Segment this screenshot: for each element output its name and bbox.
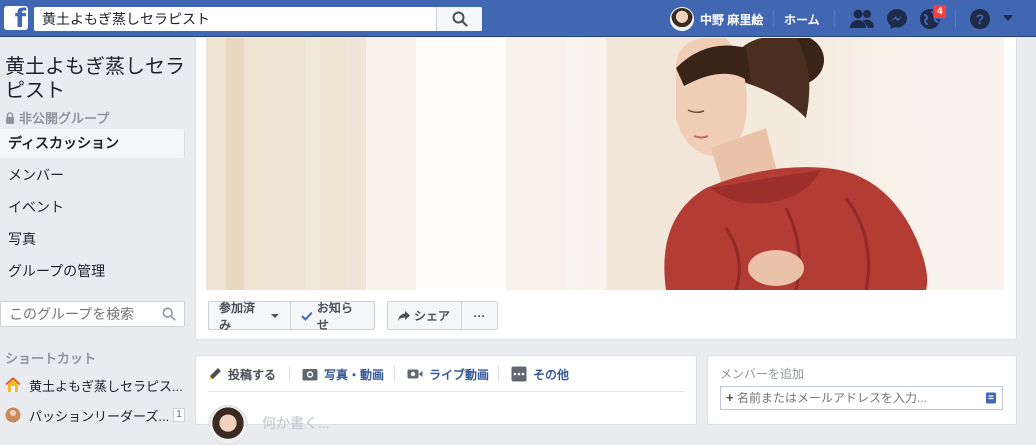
- divider: [834, 10, 835, 27]
- avatar: [208, 405, 248, 445]
- sidebar-item-events[interactable]: イベント: [0, 193, 185, 222]
- shortcuts-heading: ショートカット: [5, 351, 97, 366]
- home-link[interactable]: ホーム: [784, 11, 820, 28]
- camera-icon: [302, 369, 318, 381]
- shortcut-item[interactable]: 黄土よもぎ蒸しセラピス...: [5, 375, 187, 395]
- cover-photo-image: [206, 38, 1004, 290]
- profile-name: 中野 麻里絵: [700, 12, 764, 27]
- more-options-icon: ···: [473, 308, 486, 323]
- sidebar-item-photos[interactable]: 写真: [0, 225, 185, 254]
- more-dots-icon: [511, 366, 527, 382]
- divider: [773, 10, 774, 27]
- shortcut-item[interactable]: パッションリーダーズ... 1: [5, 405, 187, 425]
- pencil-icon: [210, 368, 221, 379]
- group-privacy: 非公開グループ: [5, 108, 109, 127]
- tab-more-label: その他: [533, 367, 570, 382]
- search-button[interactable]: [436, 7, 482, 31]
- shortcut-label: 黄土よもぎ蒸しセラピス...: [29, 378, 183, 394]
- share-button[interactable]: シェア: [387, 301, 462, 330]
- add-member-field: +: [720, 386, 1003, 410]
- group-name[interactable]: 黄土よもぎ蒸しセラピスト: [5, 55, 190, 103]
- video-camera-icon: [407, 369, 423, 379]
- divider: [394, 366, 395, 382]
- search-icon[interactable]: [162, 307, 176, 321]
- cover-photo[interactable]: [206, 38, 1004, 290]
- search-icon: [452, 11, 468, 27]
- group-search-input[interactable]: [1, 302, 156, 326]
- plus-icon: +: [726, 390, 734, 405]
- profile-link[interactable]: 中野 麻里絵: [670, 6, 763, 32]
- chevron-down-icon: [271, 313, 280, 318]
- divider: [498, 366, 499, 382]
- add-member-input[interactable]: [737, 387, 977, 409]
- address-book-icon[interactable]: [985, 392, 997, 404]
- joined-button[interactable]: 参加済み: [208, 300, 291, 332]
- divider: [208, 391, 684, 392]
- shortcut-count-badge: 1: [173, 408, 185, 422]
- share-arrow-icon: [398, 310, 410, 321]
- lock-icon: [6, 111, 14, 124]
- friend-requests-icon[interactable]: [849, 8, 875, 30]
- sidebar-item-manage-group[interactable]: グループの管理: [0, 257, 185, 286]
- divider: [289, 366, 290, 382]
- top-navigation-bar: f 中野 麻里絵 ホーム 4 ?: [0, 0, 1036, 37]
- sidebar-item-members[interactable]: メンバー: [0, 161, 185, 190]
- tab-post-label: 投稿する: [228, 367, 277, 382]
- help-icon[interactable]: ?: [969, 8, 991, 30]
- add-member-heading: メンバーを追加: [720, 367, 805, 381]
- privacy-label: 非公開グループ: [19, 111, 110, 126]
- divider: [955, 10, 956, 27]
- composer-input[interactable]: 何か書く...: [262, 413, 330, 433]
- share-label: シェア: [414, 309, 451, 323]
- global-search-input[interactable]: [34, 7, 436, 31]
- messenger-icon[interactable]: [886, 8, 908, 30]
- global-search: [34, 7, 482, 31]
- sidebar-item-discussion[interactable]: ディスカッション: [0, 129, 185, 158]
- joined-label: 参加済み: [219, 300, 256, 332]
- shortcut-label: パッションリーダーズ...: [29, 408, 170, 424]
- notification-count-badge: 4: [933, 4, 947, 19]
- avatar: [670, 7, 694, 31]
- house-icon: [5, 377, 21, 392]
- tab-more[interactable]: その他: [511, 365, 569, 383]
- tab-live-video-label: ライブ動画: [429, 367, 490, 382]
- tab-photo-video-label: 写真・動画: [324, 367, 385, 382]
- checkmark-icon: [301, 311, 313, 321]
- tab-live-video[interactable]: ライブ動画: [407, 365, 489, 383]
- svg-text:?: ?: [976, 11, 985, 27]
- account-menu-chevron-down-icon[interactable]: [1002, 14, 1014, 22]
- tab-post[interactable]: 投稿する: [208, 365, 276, 383]
- facebook-logo-icon[interactable]: f: [4, 6, 28, 30]
- notifications-button[interactable]: お知らせ: [290, 300, 375, 332]
- group-search: [0, 301, 185, 327]
- notifications-label: お知らせ: [316, 300, 353, 332]
- more-options-button[interactable]: ···: [461, 301, 498, 330]
- tab-photo-video[interactable]: 写真・動画: [302, 365, 384, 383]
